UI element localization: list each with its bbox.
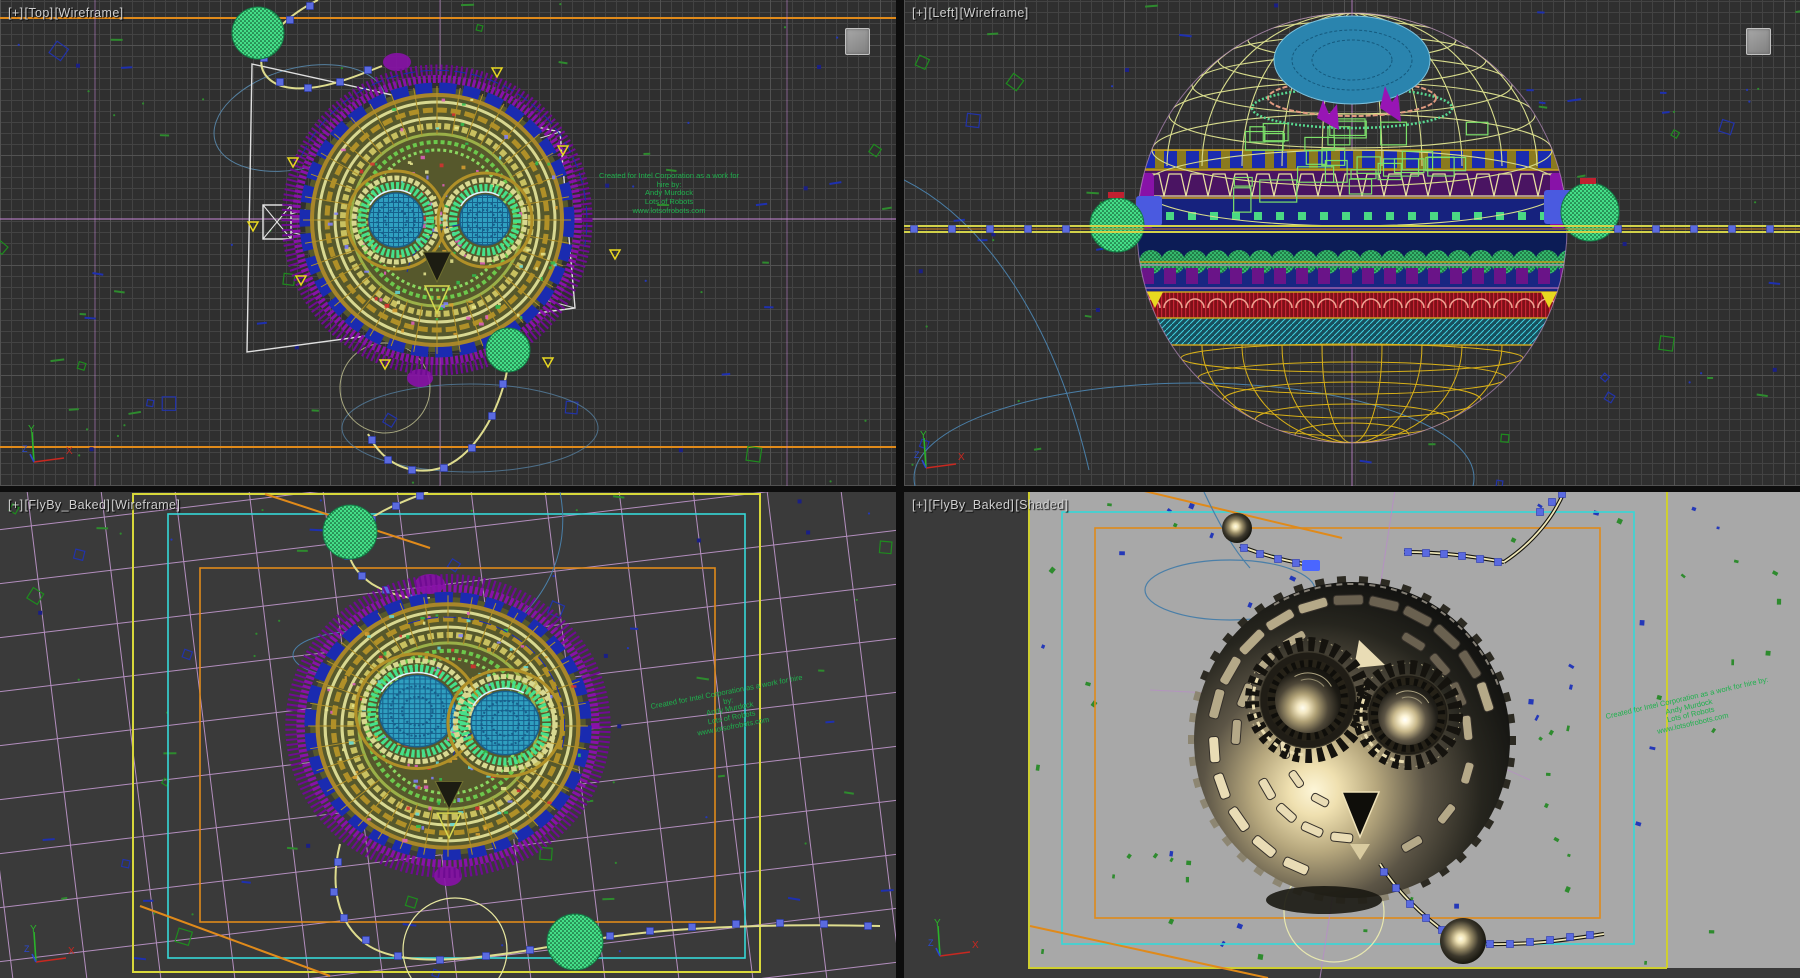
viewport-menu-button[interactable]: [+] xyxy=(8,6,23,20)
axis-y-label: Y xyxy=(934,918,941,929)
axis-x-label: X xyxy=(958,452,965,463)
viewport-menu-button[interactable]: [+] xyxy=(912,6,927,20)
owl-ship-side-view xyxy=(1137,13,1582,447)
axis-x-label: X xyxy=(972,940,979,951)
shading-menu-button[interactable]: [Wireframe] xyxy=(960,6,1029,20)
watermark-text: Created for Intel Corporation as a work … xyxy=(598,172,740,215)
axis-y-label: Y xyxy=(920,430,927,441)
viewport-label[interactable]: [+][Top][Wireframe] xyxy=(8,6,125,20)
small-sphere xyxy=(1222,513,1252,543)
viewport-grid: [+][Top][Wireframe] Created for Intel Co… xyxy=(0,0,1800,978)
axis-z-label: Z xyxy=(24,944,30,954)
owl-ship-wireframe xyxy=(291,579,605,872)
axis-y-label: Y xyxy=(28,424,35,435)
viewport-label[interactable]: [+][FlyBy_Baked][Wireframe] xyxy=(8,498,181,512)
green-particle-sphere xyxy=(547,914,603,970)
viewport-top-right[interactable]: [+][Left][Wireframe] Y X Z xyxy=(904,0,1800,486)
viewcube[interactable] xyxy=(845,28,870,55)
scene-flyby-wireframe[interactable] xyxy=(0,492,896,978)
scene-left-view[interactable] xyxy=(904,0,1800,486)
small-sphere xyxy=(1440,918,1486,964)
axis-x-label: X xyxy=(68,946,75,957)
viewport-bottom-left[interactable]: [+][FlyBy_Baked][Wireframe] Created for … xyxy=(0,492,896,978)
view-name-button[interactable]: [FlyBy_Baked] xyxy=(928,498,1014,512)
viewport-bottom-right[interactable]: [+][FlyBy_Baked][Shaded] Created for Int… xyxy=(904,492,1800,978)
view-name-button[interactable]: [FlyBy_Baked] xyxy=(24,498,110,512)
axis-x-label: X xyxy=(66,446,73,457)
viewport-top-left[interactable]: [+][Top][Wireframe] Created for Intel Co… xyxy=(0,0,896,486)
viewport-menu-button[interactable]: [+] xyxy=(912,498,927,512)
axis-y-label: Y xyxy=(30,924,37,935)
axis-z-label: Z xyxy=(914,450,920,460)
shading-menu-button[interactable]: [Wireframe] xyxy=(55,6,124,20)
owl-right-eye xyxy=(438,173,532,267)
green-particle-sphere xyxy=(486,328,530,372)
view-name-button[interactable]: [Left] xyxy=(928,6,958,20)
viewport-label[interactable]: [+][Left][Wireframe] xyxy=(912,6,1030,20)
viewport-label[interactable]: [+][FlyBy_Baked][Shaded] xyxy=(912,498,1070,512)
viewcube[interactable] xyxy=(1746,28,1771,55)
viewport-menu-button[interactable]: [+] xyxy=(8,498,23,512)
shading-menu-button[interactable]: [Wireframe] xyxy=(111,498,180,512)
axis-z-label: Z xyxy=(22,444,28,454)
owl-ship-wireframe xyxy=(287,70,587,370)
scene-top-view[interactable] xyxy=(0,0,896,486)
view-name-button[interactable]: [Top] xyxy=(24,6,53,20)
axis-z-label: Z xyxy=(928,938,934,948)
shading-menu-button[interactable]: [Shaded] xyxy=(1015,498,1068,512)
green-particle-sphere xyxy=(232,7,284,59)
green-particle-sphere xyxy=(323,505,377,559)
scene-flyby-shaded[interactable] xyxy=(904,492,1800,978)
